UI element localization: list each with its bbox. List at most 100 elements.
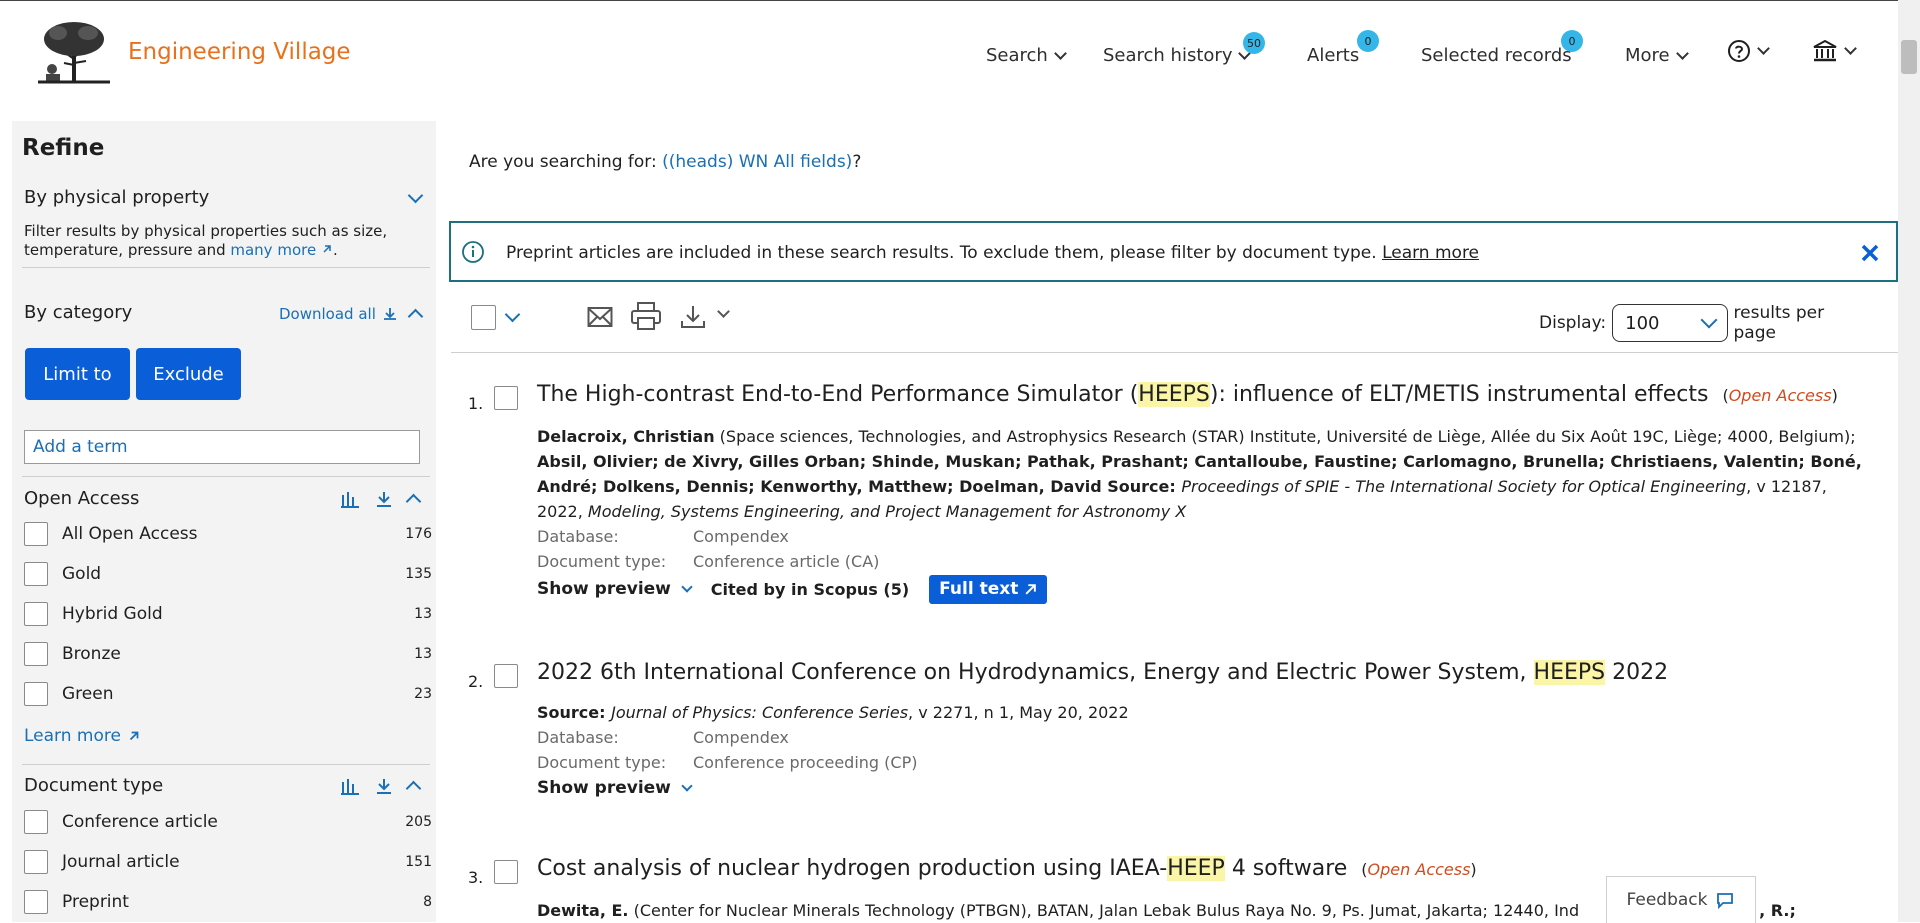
nav-search-history-label: Search history (1103, 45, 1233, 66)
checkbox[interactable] (24, 682, 48, 706)
checkbox[interactable] (24, 642, 48, 666)
display-label: Display: (1539, 313, 1607, 333)
display-value: 100 (1625, 312, 1660, 334)
database-value: Compendex (693, 527, 789, 546)
bar-chart-icon[interactable] (340, 489, 360, 509)
nav-more[interactable]: More (1625, 45, 1689, 66)
facet-count: 8 (423, 894, 432, 910)
chevron-down-icon[interactable] (504, 306, 521, 323)
by-category-title: By category (24, 302, 133, 323)
facet-hybrid-gold[interactable]: Hybrid Gold 13 (24, 599, 432, 629)
download-icon[interactable] (374, 489, 394, 509)
close-icon[interactable] (1858, 241, 1882, 265)
nav-search[interactable]: Search (986, 45, 1067, 66)
many-more-link[interactable]: many more (230, 241, 333, 259)
chevron-up-icon[interactable] (405, 780, 422, 796)
result-checkbox[interactable] (494, 860, 518, 884)
email-icon[interactable] (587, 306, 613, 328)
nav-search-history[interactable]: Search history (1103, 45, 1252, 66)
external-link-icon (1025, 584, 1037, 595)
suggestion-link[interactable]: ((heads) WN All fields) (662, 152, 852, 172)
divider (22, 267, 430, 268)
facet-label: Preprint (62, 892, 129, 912)
facet-conference-article[interactable]: Conference article 205 (24, 807, 432, 837)
facet-green[interactable]: Green 23 (24, 679, 432, 709)
facet-count: 13 (414, 646, 432, 662)
checkbox[interactable] (24, 602, 48, 626)
select-all-checkbox[interactable] (471, 305, 496, 330)
chevron-down-icon (681, 581, 693, 593)
nav-selected-records[interactable]: Selected records (1421, 45, 1572, 66)
facet-preprint[interactable]: Preprint 8 (24, 887, 432, 917)
results-per-page-select[interactable]: 100 (1612, 304, 1728, 342)
facet-label: Hybrid Gold (62, 604, 163, 624)
facet-journal-article[interactable]: Journal article 151 (24, 847, 432, 877)
checkbox[interactable] (24, 890, 48, 914)
download-icon[interactable] (680, 305, 706, 329)
help-menu[interactable] (1727, 39, 1770, 63)
facet-count: 135 (405, 566, 432, 582)
source-label: Source: (537, 703, 612, 722)
facet-label: Bronze (62, 644, 121, 664)
chevron-up-icon[interactable] (407, 308, 424, 325)
external-link-icon (129, 731, 139, 741)
first-author[interactable]: Delacroix, Christian (537, 427, 715, 446)
chevron-up-icon[interactable] (405, 493, 422, 509)
nav-search-label: Search (986, 45, 1048, 66)
chevron-down-icon (1700, 311, 1718, 329)
divider (22, 476, 430, 477)
result-actions: Show preview (537, 775, 1877, 801)
result-database: Database: Compendex (537, 725, 1877, 750)
display-suffix: results per page (1733, 303, 1825, 343)
cited-by-link[interactable]: Cited by in Scopus (5) (711, 577, 909, 602)
add-term-input[interactable]: Add a term (24, 430, 420, 464)
show-preview-button[interactable]: Show preview (537, 577, 693, 602)
result-source: Source: Journal of Physics: Conference S… (537, 700, 1877, 725)
facet-gold[interactable]: Gold 135 (24, 559, 432, 589)
nav-selected-records-label: Selected records (1421, 45, 1572, 66)
show-preview-button[interactable]: Show preview (537, 778, 693, 798)
exclude-button[interactable]: Exclude (136, 348, 241, 400)
result-title[interactable]: 2022 6th International Conference on Hyd… (537, 660, 1668, 685)
limit-to-button[interactable]: Limit to (25, 348, 130, 400)
full-text-button[interactable]: Full text (929, 575, 1048, 604)
page-scrollbar[interactable] (1898, 0, 1920, 922)
highlight-term: HEEPS (1138, 382, 1210, 407)
chat-icon (1717, 893, 1734, 910)
checkbox[interactable] (24, 810, 48, 834)
download-icon[interactable] (374, 776, 394, 796)
institution-icon (1813, 39, 1837, 62)
result-title[interactable]: Cost analysis of nuclear hydrogen produc… (537, 856, 1477, 881)
checkbox[interactable] (24, 522, 48, 546)
source-conference: Modeling, Systems Engineering, and Proje… (587, 502, 1187, 521)
banner-learn-more-link[interactable]: Learn more (1382, 243, 1479, 263)
print-icon[interactable] (631, 302, 661, 330)
title-part: Cost analysis of nuclear hydrogen produc… (537, 856, 1168, 881)
result-checkbox[interactable] (494, 386, 518, 410)
result-title[interactable]: The High-contrast End-to-End Performance… (537, 382, 1838, 407)
result-number: 2. (468, 672, 484, 691)
result-checkbox[interactable] (494, 664, 518, 688)
feedback-label: Feedback (1626, 890, 1708, 910)
open-access-learn-more-link[interactable]: Learn more (24, 726, 141, 746)
first-author[interactable]: Dewita, E. (537, 901, 629, 920)
refine-title: Refine (22, 135, 105, 161)
elsevier-logo[interactable] (38, 19, 110, 85)
nav-alerts[interactable]: Alerts (1307, 45, 1359, 66)
brand-name[interactable]: Engineering Village (128, 39, 351, 65)
bar-chart-icon[interactable] (340, 776, 360, 796)
download-all-button[interactable]: Download all (279, 305, 398, 323)
checkbox[interactable] (24, 850, 48, 874)
result-number: 3. (468, 868, 484, 887)
scrollbar-thumb[interactable] (1901, 40, 1917, 74)
checkbox[interactable] (24, 562, 48, 586)
facet-all-open-access[interactable]: All Open Access 176 (24, 519, 432, 549)
chevron-down-icon[interactable] (407, 187, 424, 204)
facet-bronze[interactable]: Bronze 13 (24, 639, 432, 669)
physical-property-title[interactable]: By physical property (24, 187, 209, 208)
search-history-badge: 50 (1243, 32, 1265, 54)
chevron-down-icon[interactable] (717, 305, 730, 318)
feedback-button[interactable]: Feedback (1606, 876, 1756, 923)
institution-menu[interactable] (1812, 39, 1857, 63)
facet-label: Green (62, 684, 114, 704)
